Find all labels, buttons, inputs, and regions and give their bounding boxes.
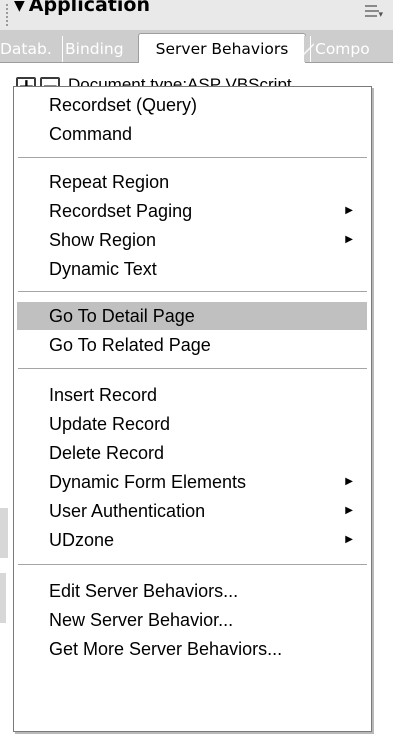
menu-item-repeat-region[interactable]: Repeat Region (17, 168, 367, 196)
panel-options-menu-icon[interactable]: ▾ (365, 2, 383, 20)
menu-item-get-more-server-behaviors[interactable]: Get More Server Behaviors... (17, 635, 367, 663)
menu-separator (18, 157, 367, 159)
menu-item-update-record[interactable]: Update Record (17, 410, 367, 438)
menu-separator (18, 291, 367, 293)
tab-bindings[interactable]: Binding (62, 36, 139, 62)
submenu-arrow-icon: ▶ (345, 205, 353, 216)
menu-item-user-authentication[interactable]: User Authentication ▶ (17, 497, 367, 525)
background-fragment (0, 573, 6, 623)
menu-item-go-to-related-page[interactable]: Go To Related Page (17, 331, 367, 359)
submenu-arrow-icon: ▶ (345, 234, 353, 245)
submenu-arrow-icon: ▶ (345, 505, 353, 516)
panel-grip-handle[interactable] (6, 4, 14, 26)
tab-databases[interactable]: Datab. (0, 36, 62, 62)
menu-item-show-region[interactable]: Show Region ▶ (17, 226, 367, 254)
tab-components[interactable]: Compo (310, 36, 393, 62)
menu-item-udzone[interactable]: UDzone ▶ (17, 526, 367, 554)
submenu-arrow-icon: ▶ (345, 476, 353, 487)
menu-item-go-to-detail-page[interactable]: Go To Detail Page (17, 302, 367, 330)
tab-server-behaviors[interactable]: Server Behaviors (138, 33, 306, 64)
submenu-arrow-icon: ▶ (345, 534, 353, 545)
menu-item-insert-record[interactable]: Insert Record (17, 381, 367, 409)
add-server-behavior-menu: Recordset (Query) Command Repeat Region … (13, 86, 372, 732)
menu-item-recordset-paging[interactable]: Recordset Paging ▶ (17, 197, 367, 225)
menu-item-dynamic-text[interactable]: Dynamic Text (17, 255, 367, 283)
menu-item-edit-server-behaviors[interactable]: Edit Server Behaviors... (17, 577, 367, 605)
menu-separator (18, 564, 367, 566)
panel-title[interactable]: ▼ Application (14, 0, 150, 16)
menu-item-recordset-query[interactable]: Recordset (Query) (17, 91, 367, 119)
collapse-arrow-icon[interactable]: ▼ (14, 0, 25, 14)
panel-header: ▼ Application ▾ (0, 0, 393, 30)
menu-item-dynamic-form-elements[interactable]: Dynamic Form Elements ▶ (17, 468, 367, 496)
menu-item-new-server-behavior[interactable]: New Server Behavior... (17, 606, 367, 634)
menu-item-command[interactable]: Command (17, 120, 367, 148)
menu-item-delete-record[interactable]: Delete Record (17, 439, 367, 467)
menu-separator (18, 368, 367, 370)
panel-title-label: Application (28, 0, 150, 16)
background-fragment (0, 508, 8, 558)
panel-tabs: Datab. Binding Server Behaviors Compo (0, 30, 393, 64)
